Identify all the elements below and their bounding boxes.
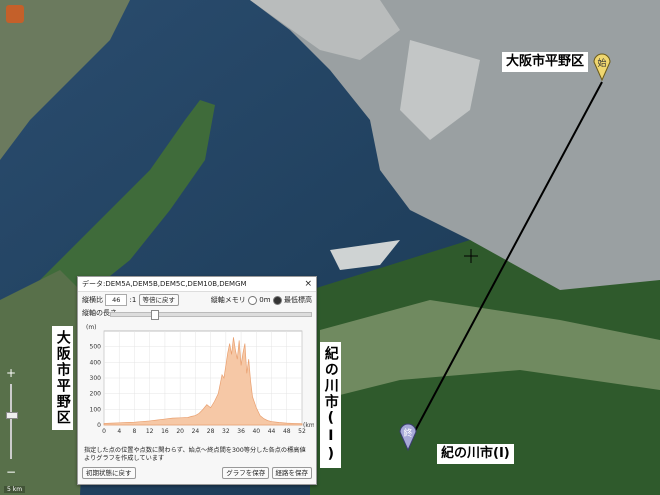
save-path-button[interactable]: 経路を保存 — [271, 467, 312, 479]
zoom-slider-thumb[interactable] — [6, 412, 18, 419]
elevation-profile-window: データ:DEM5A,DEM5B,DEM5C,DEM10B,DEMGM × 縦横比… — [77, 276, 317, 485]
y-tick-label: 100 — [90, 406, 102, 413]
svg-text:終: 終 — [403, 427, 412, 439]
ratio-suffix: :1 — [129, 296, 137, 304]
y-tick-label: 400 — [90, 359, 102, 366]
x-tick-label: 44 — [268, 428, 276, 435]
axis-length-slider[interactable] — [110, 310, 312, 320]
x-tick-label: 40 — [252, 428, 260, 435]
reset-button[interactable]: 初期状態に戻す — [82, 467, 136, 479]
x-tick-label: 32 — [222, 428, 230, 435]
axis-memory-label: 縦軸メモリ — [210, 296, 246, 304]
right-vertical-label: 紀の川市(Ⅰ) — [320, 342, 341, 468]
x-tick-label: 52 — [298, 428, 306, 435]
ratio-label: 縦横比 — [82, 296, 103, 304]
axis-length-thumb[interactable] — [151, 310, 159, 320]
x-tick-label: 24 — [192, 428, 200, 435]
app-logo-icon[interactable] — [6, 5, 24, 23]
profile-title: データ:DEM5A,DEM5B,DEM5C,DEM10B,DEMGM — [82, 280, 247, 288]
close-icon[interactable]: × — [304, 277, 312, 291]
x-tick-label: 8 — [133, 428, 137, 435]
y-tick-label: 500 — [90, 344, 102, 351]
y-tick-label: 300 — [90, 375, 102, 382]
radio-zero-label: 0m — [259, 296, 271, 304]
scale-bar: 5 km — [4, 486, 26, 493]
x-tick-label: 48 — [283, 428, 291, 435]
x-axis-label: (km) — [303, 422, 314, 429]
x-tick-label: 16 — [161, 428, 169, 435]
x-tick-label: 0 — [102, 428, 106, 435]
end-location-label: 紀の川市(Ⅰ) — [437, 444, 514, 464]
equal-ratio-button[interactable]: 等倍に戻す — [138, 294, 180, 306]
x-tick-label: 4 — [117, 428, 121, 435]
x-tick-label: 28 — [207, 428, 215, 435]
left-vertical-label: 大阪市平野区 — [52, 326, 73, 430]
x-tick-label: 36 — [237, 428, 245, 435]
start-location-label: 大阪市平野区 — [502, 52, 589, 72]
profile-note: 指定した点の位置や点数に関わらず、始点～終点間を300等分した各点の標高値よりグ… — [84, 447, 306, 462]
zoom-out-button[interactable]: − — [3, 465, 19, 479]
save-graph-button[interactable]: グラフを保存 — [222, 467, 270, 479]
radio-min-label: 最低標高 — [284, 296, 312, 304]
zoom-in-button[interactable]: + — [3, 366, 19, 380]
ratio-input[interactable]: 46 — [105, 294, 128, 306]
elevation-chart: 0 4 8 12 16 20 24 28 32 36 40 44 48 52010020030040050… — [86, 324, 314, 435]
profile-titlebar[interactable]: データ:DEM5A,DEM5B,DEM5C,DEM10B,DEMGM × — [78, 277, 316, 292]
x-tick-label: 12 — [146, 428, 154, 435]
radio-zero[interactable] — [248, 295, 258, 305]
x-tick-label: 20 — [176, 428, 184, 435]
zoom-control[interactable]: + − — [3, 366, 19, 479]
y-tick-label: 0 — [97, 422, 101, 429]
y-tick-label: 200 — [90, 391, 102, 398]
radio-min-elevation[interactable] — [272, 295, 282, 305]
y-axis-label: (m) — [86, 324, 97, 331]
zoom-slider-track[interactable] — [10, 384, 12, 459]
svg-text:始: 始 — [597, 57, 606, 69]
